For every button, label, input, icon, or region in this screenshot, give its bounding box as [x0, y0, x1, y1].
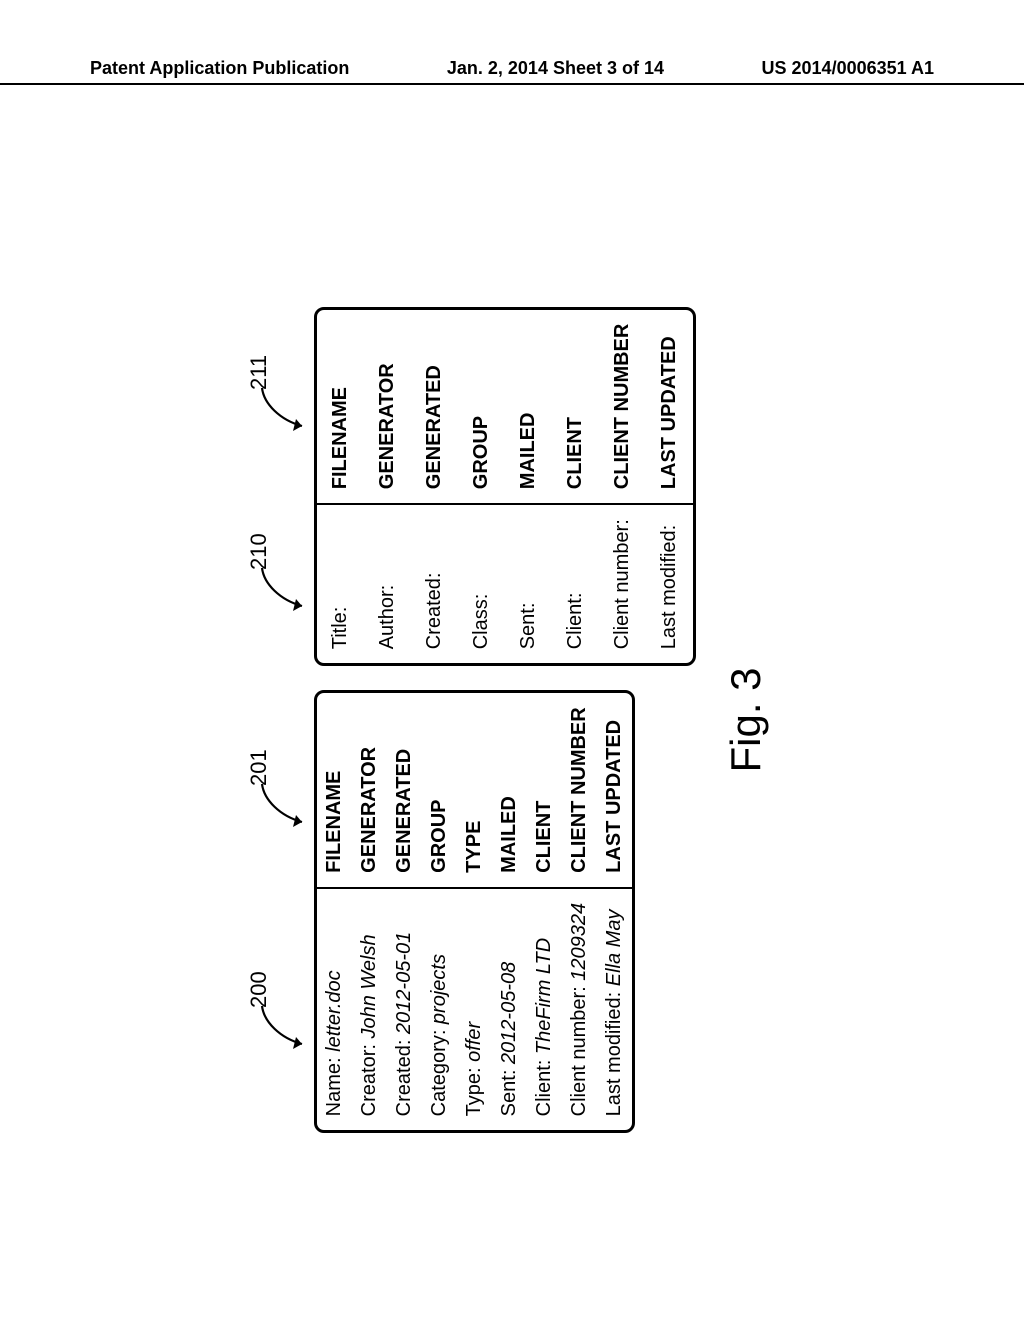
metadata-tag-cell: MAILED	[505, 310, 552, 504]
metadata-label-prefix: Creator:	[358, 1039, 380, 1117]
metadata-label-cell: Category: projects	[422, 887, 457, 1131]
diagram: 200 201	[254, 270, 770, 1170]
metadata-tag-cell: MAILED	[492, 693, 527, 887]
table-row: Created:GENERATED	[411, 310, 458, 664]
table-row: Created: 2012-05-01GENERATED	[387, 693, 422, 1130]
table-row: Last modified:LAST UPDATED	[646, 310, 693, 664]
ref-201: 201	[250, 760, 315, 830]
metadata-label-prefix: Client number:	[568, 981, 590, 1117]
page-header: Patent Application Publication Jan. 2, 2…	[0, 58, 1024, 85]
metadata-label-value: Ella May	[603, 910, 625, 987]
metadata-tag-cell: LAST UPDATED	[597, 693, 632, 887]
table-row: Sent: 2012-05-08MAILED	[492, 693, 527, 1130]
rotated-figure: 200 201	[254, 270, 770, 1170]
ref-210-label: 210	[246, 533, 272, 570]
ref-200-label: 200	[246, 971, 272, 1008]
table-row: Class:GROUP	[458, 310, 505, 664]
table-row: Author:GENERATOR	[364, 310, 411, 664]
metadata-label-cell: Creator: John Welsh	[352, 887, 387, 1131]
metadata-tag-cell: GENERATED	[411, 310, 458, 504]
metadata-tag-cell: TYPE	[457, 693, 492, 887]
header-center: Jan. 2, 2014 Sheet 3 of 14	[447, 58, 664, 79]
metadata-label-value: TheFirm LTD	[533, 938, 555, 1054]
metadata-label-cell: Client number: 1209324	[562, 887, 597, 1131]
figure-area: 200 201	[0, 140, 1024, 1140]
metadata-label-cell: Client number:	[599, 503, 646, 663]
metadata-label-prefix: Category:	[428, 1024, 450, 1116]
metadata-label-prefix: Created:	[393, 1034, 415, 1116]
ref-211: 211	[250, 364, 315, 434]
metadata-tag-cell: CLIENT	[527, 693, 562, 887]
table-row: Sent:MAILED	[505, 310, 552, 664]
metadata-tag-cell: GENERATED	[387, 693, 422, 887]
metadata-label-cell: Created:	[411, 503, 458, 663]
metadata-label-cell: Class:	[458, 503, 505, 663]
metadata-label-cell: Last modified:	[646, 503, 693, 663]
metadata-tag-cell: GENERATOR	[352, 693, 387, 887]
tables-row: Name: letter.docFILENAMECreator: John We…	[314, 307, 696, 1134]
table-a: Name: letter.docFILENAMECreator: John We…	[314, 690, 635, 1133]
table-row: Category: projectsGROUP	[422, 693, 457, 1130]
table-row: Client number:CLIENT NUMBER	[599, 310, 646, 664]
metadata-tag-cell: FILENAME	[317, 310, 364, 504]
metadata-tag-cell: GENERATOR	[364, 310, 411, 504]
metadata-label-value: 2012-05-08	[498, 962, 520, 1064]
metadata-tag-cell: CLIENT	[552, 310, 599, 504]
table-row: Creator: John WelshGENERATOR	[352, 693, 387, 1130]
metadata-label-cell: Sent: 2012-05-08	[492, 887, 527, 1131]
ref-201-label: 201	[246, 749, 272, 786]
metadata-label-cell: Sent:	[505, 503, 552, 663]
figure-caption: Fig. 3	[722, 667, 770, 772]
metadata-label-cell: Client:	[552, 503, 599, 663]
metadata-label-cell: Author:	[364, 503, 411, 663]
metadata-label-value: projects	[428, 954, 450, 1024]
table-row: Title:FILENAME	[317, 310, 364, 664]
metadata-tag-cell: GROUP	[422, 693, 457, 887]
metadata-label-prefix: Sent:	[498, 1064, 520, 1116]
metadata-label-value: 1209324	[568, 903, 590, 981]
metadata-label-value: offer	[463, 1022, 485, 1062]
ref-row: 200 201	[254, 270, 314, 1170]
ref-210: 210	[250, 544, 315, 614]
metadata-label-cell: Title:	[317, 503, 364, 663]
ref-211-label: 211	[246, 355, 272, 390]
metadata-label-prefix: Last modified:	[603, 986, 625, 1116]
table-row: Name: letter.docFILENAME	[317, 693, 352, 1130]
metadata-tag-cell: CLIENT NUMBER	[599, 310, 646, 504]
metadata-label-value: letter.doc	[323, 970, 345, 1052]
table-b: Title:FILENAMEAuthor:GENERATORCreated:GE…	[314, 307, 696, 667]
metadata-tag-cell: CLIENT NUMBER	[562, 693, 597, 887]
metadata-label-cell: Name: letter.doc	[317, 887, 352, 1131]
metadata-tag-cell: GROUP	[458, 310, 505, 504]
table-row: Last modified: Ella MayLAST UPDATED	[597, 693, 632, 1130]
table-row: Client number: 1209324CLIENT NUMBER	[562, 693, 597, 1130]
metadata-label-cell: Type: offer	[457, 887, 492, 1131]
metadata-label-prefix: Type:	[463, 1062, 485, 1116]
metadata-label-cell: Client: TheFirm LTD	[527, 887, 562, 1131]
page: Patent Application Publication Jan. 2, 2…	[0, 0, 1024, 1320]
table-row: Client: TheFirm LTDCLIENT	[527, 693, 562, 1130]
metadata-tag-cell: FILENAME	[317, 693, 352, 887]
metadata-label-prefix: Name:	[323, 1052, 345, 1116]
metadata-tag-cell: LAST UPDATED	[646, 310, 693, 504]
metadata-label-cell: Last modified: Ella May	[597, 887, 632, 1131]
header-right: US 2014/0006351 A1	[762, 58, 934, 79]
header-left: Patent Application Publication	[90, 58, 349, 79]
table-row: Client:CLIENT	[552, 310, 599, 664]
metadata-label-prefix: Client:	[533, 1054, 555, 1116]
table-row: Type: offerTYPE	[457, 693, 492, 1130]
ref-200: 200	[250, 982, 315, 1052]
metadata-label-value: John Welsh	[358, 934, 380, 1038]
metadata-label-value: 2012-05-01	[393, 932, 415, 1034]
metadata-label-cell: Created: 2012-05-01	[387, 887, 422, 1131]
